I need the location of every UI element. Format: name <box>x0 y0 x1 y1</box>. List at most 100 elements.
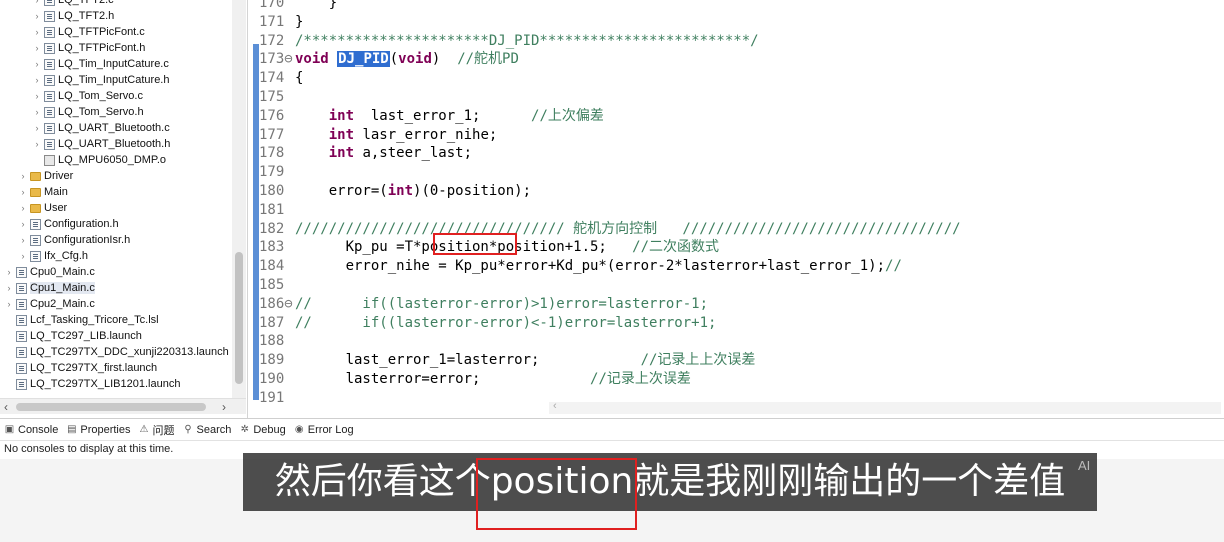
chevron-right-icon[interactable]: › <box>32 11 42 21</box>
tree-item[interactable]: › LQ_Tom_Servo.c <box>0 88 232 104</box>
scroll-left-arrow-icon[interactable]: ‹ <box>4 400 8 414</box>
chevron-right-icon[interactable]: › <box>32 43 42 53</box>
tree-item-label: LQ_TFT2.h <box>58 10 115 22</box>
code-line[interactable]: 170 } <box>259 0 1219 13</box>
code-line[interactable]: 172 /**********************DJ_PID********… <box>259 32 1219 51</box>
chevron-right-icon[interactable]: › <box>18 251 28 261</box>
code-line[interactable]: 171} <box>259 13 1219 32</box>
code-line[interactable]: 190 lasterror=error; //记录上次误差 <box>259 370 1219 389</box>
tree-item[interactable]: › LQ_Tim_InputCature.c <box>0 56 232 72</box>
chevron-right-icon[interactable]: › <box>32 123 42 133</box>
explorer-scroll-thumb[interactable] <box>235 252 243 384</box>
tree-item-label: LQ_TC297TX_DDC_xunji220313.launch <box>30 346 229 358</box>
tree-item[interactable]: Lcf_Tasking_Tricore_Tc.lsl <box>0 312 232 328</box>
comment-token: //////////////////////////////// 舵机方向控制 … <box>295 220 961 237</box>
code-line[interactable]: 181 <box>259 201 1219 220</box>
chevron-right-icon[interactable]: › <box>18 203 28 213</box>
code-line[interactable]: 184 error_nihe = Kp_pu*error+Kd_pu*(erro… <box>259 257 1219 276</box>
tree-item[interactable]: › LQ_UART_Bluetooth.c <box>0 120 232 136</box>
code-line[interactable]: 185 <box>259 276 1219 295</box>
tree-item[interactable]: › Cpu0_Main.c <box>0 264 232 280</box>
code-text: } <box>295 13 303 32</box>
code-line[interactable]: 176 int last_error_1; //上次偏差 <box>259 107 1219 126</box>
tree-item[interactable]: › LQ_UART_Bluetooth.h <box>0 136 232 152</box>
chevron-right-icon[interactable]: › <box>32 0 42 5</box>
tree-item[interactable]: › Driver <box>0 168 232 184</box>
chevron-right-icon[interactable]: › <box>18 219 28 229</box>
code-line[interactable]: 188 <box>259 332 1219 351</box>
tree-item[interactable]: › Cpu2_Main.c <box>0 296 232 312</box>
code-line[interactable]: 178 int a,steer_last; <box>259 144 1219 163</box>
chevron-right-icon[interactable]: › <box>32 27 42 37</box>
tree-item-label: Cpu1_Main.c <box>30 282 95 294</box>
tree-item[interactable]: › LQ_TFTPicFont.c <box>0 24 232 40</box>
tree-item[interactable]: LQ_TC297TX_LIB1201.launch <box>0 376 232 392</box>
code-line[interactable]: 189 last_error_1=lasterror; //记录上上次误差 <box>259 351 1219 370</box>
code-line[interactable]: 175 <box>259 88 1219 107</box>
tree-item[interactable]: LQ_TC297TX_DDC_xunji220313.launch <box>0 344 232 360</box>
chevron-right-icon[interactable]: › <box>4 267 14 277</box>
tab-problems[interactable]: ⚠ 问题 <box>139 422 175 438</box>
code-text: error_nihe = Kp_pu*error+Kd_pu*(error-2*… <box>295 257 902 276</box>
tree-item[interactable]: › Configuration.h <box>0 216 232 232</box>
tree-item[interactable]: › LQ_Tom_Servo.h <box>0 104 232 120</box>
tree-item[interactable]: LQ_TC297TX_first.launch <box>0 360 232 376</box>
chevron-right-icon[interactable]: › <box>32 91 42 101</box>
explorer-hscroll-thumb[interactable] <box>16 403 206 411</box>
chevron-right-icon[interactable]: › <box>18 235 28 245</box>
tree-item[interactable]: › LQ_TFTPicFont.h <box>0 40 232 56</box>
tree-item[interactable]: › Cpu1_Main.c <box>0 280 232 296</box>
chevron-right-icon[interactable]: › <box>32 59 42 69</box>
tab-console[interactable]: ▣ Console <box>4 424 59 436</box>
line-number: 191 <box>259 389 285 406</box>
code-line[interactable]: 183 Kp_pu =T*position*position+1.5; //二次… <box>259 238 1219 257</box>
code-line[interactable]: 179 <box>259 163 1219 182</box>
code-line[interactable]: 182 //////////////////////////////// 舵机方向… <box>259 220 1219 239</box>
chevron-right-icon[interactable]: › <box>18 187 28 197</box>
tree-item[interactable]: › LQ_TFT2.c <box>0 0 232 8</box>
chevron-right-icon[interactable]: › <box>4 283 14 293</box>
tree-item[interactable]: › LQ_TFT2.h <box>0 8 232 24</box>
tree-item[interactable]: LQ_TC297_LIB.launch <box>0 328 232 344</box>
code-editor[interactable]: 170 } 171} 172/**********************DJ_PI… <box>249 0 1224 418</box>
tree-item[interactable]: LQ_MPU6050_DMP.o <box>0 152 232 168</box>
comment-token: // if((lasterror-error)<-1)error=lasterr… <box>295 314 717 331</box>
code-line[interactable]: 186⊖// if((lasterror-error)>1)error=last… <box>259 295 1219 314</box>
file-icon <box>44 26 55 38</box>
code-line[interactable]: 180 error=(int)(0-position); <box>259 182 1219 201</box>
tab-debug[interactable]: ✲ Debug <box>239 424 286 436</box>
code-token: lasterror=error; <box>295 370 591 387</box>
chevron-right-icon[interactable]: › <box>4 299 14 309</box>
tree-item[interactable]: › User <box>0 200 232 216</box>
chevron-right-icon[interactable]: › <box>32 139 42 149</box>
code-line[interactable]: 187 // if((lasterror-error)<-1)error=last… <box>259 314 1219 333</box>
tab-properties[interactable]: ▤ Properties <box>66 424 130 436</box>
tree-item-label: LQ_Tim_InputCature.c <box>58 58 169 70</box>
line-number: 181 <box>259 201 285 218</box>
code-token: ) <box>431 51 458 68</box>
chevron-right-icon[interactable]: › <box>32 107 42 117</box>
chevron-right-icon[interactable]: › <box>18 171 28 181</box>
tree-item[interactable]: › LQ_Tim_InputCature.h <box>0 72 232 88</box>
tree-item-label: User <box>44 202 68 214</box>
code-line[interactable]: 177 int lasr_error_nihe; <box>259 126 1219 145</box>
editor-scroll-left-arrow-icon[interactable]: ‹ <box>553 400 557 412</box>
chevron-right-icon[interactable]: › <box>32 75 42 85</box>
tab-search[interactable]: ⚲ Search <box>183 424 231 436</box>
tree-item[interactable]: › ConfigurationIsr.h <box>0 232 232 248</box>
tab-error-log[interactable]: ◉ Error Log <box>294 424 354 436</box>
code-line[interactable]: 173⊖ void DJ_PID(void) //舵机PD <box>259 50 1219 69</box>
code-line[interactable]: 174 { <box>259 69 1219 88</box>
editor-horizontal-scrollbar[interactable]: ‹ <box>549 400 1221 414</box>
tree-item[interactable]: › Main <box>0 184 232 200</box>
explorer-horizontal-scrollbar[interactable]: ‹ › <box>0 398 246 414</box>
code-lines[interactable]: 170 } 171} 172/**********************DJ_PI… <box>259 0 1219 408</box>
scroll-right-arrow-icon[interactable]: › <box>222 400 226 414</box>
tree-item[interactable]: › Ifx_Cfg.h <box>0 248 232 264</box>
code-token: error_nihe = Kp_pu*error+Kd_pu*(error-2*… <box>295 258 886 275</box>
comment-token: // <box>885 258 902 275</box>
explorer-vertical-scrollbar[interactable] <box>232 0 246 398</box>
line-number: 174 <box>259 70 285 87</box>
